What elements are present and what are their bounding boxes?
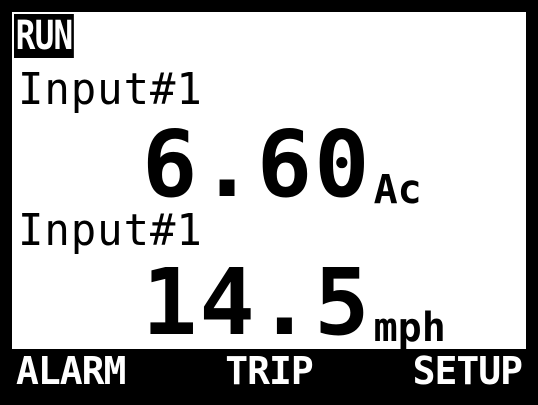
channel-2-value: 14.5 [142, 249, 372, 356]
lcd-screen: RUN Input#1 6.60Ac Input#1 14.5mph ALARM… [12, 12, 526, 393]
setup-softkey[interactable]: SETUP [413, 349, 523, 393]
channel-2-label: Input#1 [18, 205, 203, 256]
mode-indicator: RUN [14, 13, 75, 59]
softkey-bar: ALARM TRIP SETUP [12, 349, 526, 393]
channel-1-reading: 6.60Ac [142, 111, 422, 218]
trip-softkey[interactable]: TRIP [225, 349, 314, 393]
channel-1-unit: Ac [373, 167, 422, 213]
channel-2-unit: mph [373, 305, 446, 351]
channel-1-value: 6.60 [142, 111, 372, 218]
alarm-softkey[interactable]: ALARM [16, 349, 126, 393]
channel-1-label: Input#1 [18, 64, 203, 115]
channel-2-reading: 14.5mph [142, 249, 446, 356]
